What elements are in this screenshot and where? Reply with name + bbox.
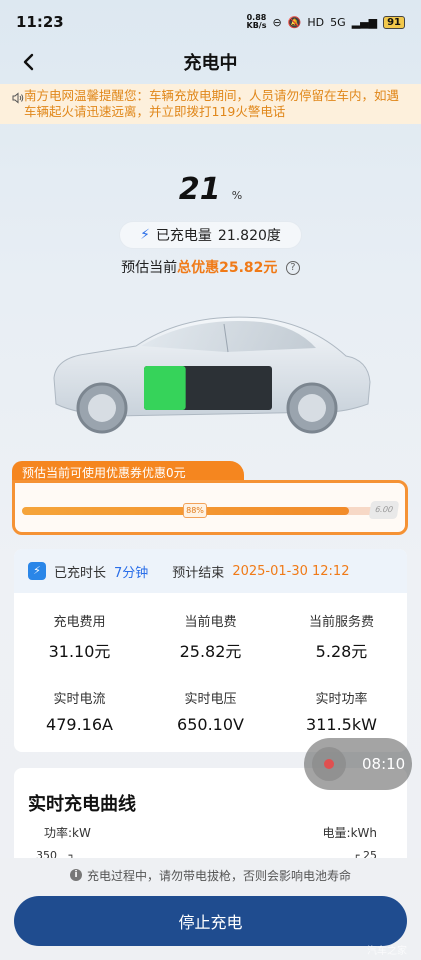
stat-service-fee: 当前服务费 5.28元 [276,611,407,662]
net-speed-unit: KB/s [246,21,267,30]
chevron-left-icon [23,53,34,71]
charge-percent: 21 % [0,172,421,207]
stat-label: 当前服务费 [308,615,374,630]
stat-power: 实时功率 311.5kW [276,688,407,734]
end-value: 2025-01-30 12:12 [232,563,350,579]
charged-label: 已充电量 [155,228,212,244]
net-speed: 0.88 KB/s [247,14,267,30]
stop-charging-button[interactable]: 停止充电 [14,896,407,946]
tip-text: 充电过程中，请勿带电拔枪，否则会影响电池寿命 [86,868,351,883]
stat-value: 31.10元 [48,642,111,661]
stat-label: 实时电流 [53,692,106,707]
discount-estimate: 预估当前总优惠25.82元 ? [0,257,421,277]
safety-notice: 南方电网温馨提醒您：车辆充放电期间，人员请勿停留在车内，如遇车辆起火请迅速远离，… [0,84,421,124]
status-time: 11:23 [16,13,64,31]
stat-value: 5.28元 [315,642,368,661]
stat-label: 充电费用 [53,615,106,630]
curve-title: 实时充电曲线 [28,794,136,815]
help-icon[interactable]: ? [285,261,300,275]
stat-current: 实时电流 479.16A [14,688,145,734]
speaker-icon [12,88,24,120]
notice-text: 南方电网温馨提醒您：车辆充放电期间，人员请勿停留在车内，如遇车辆起火请迅速远离，… [24,88,400,119]
stat-voltage: 实时电压 650.10V [145,688,276,734]
discount-prefix: 预估当前 [121,260,178,276]
stat-label: 实时电压 [184,692,237,707]
discount-highlight: 总优惠25.82元 [177,260,278,276]
link-icon: ⊖ [272,15,282,29]
coupon-target-label: 6.00 [368,501,400,519]
duration-label: 已充时长 [54,565,107,581]
charging-tip: i 充电过程中，请勿带电拔枪，否则会影响电池寿命 [0,858,421,892]
charged-energy-badge: ⚡ 已充电量 21.820度 [120,222,301,248]
stat-charge-fee: 充电费用 31.10元 [14,611,145,662]
curve-right-axis-label: 电量:kWh [322,826,377,840]
curve-axis-labels: 功率:kW 电量:kWh [28,824,393,841]
stat-value: 479.16A [46,715,113,734]
record-icon [312,747,346,781]
stat-label: 实时功率 [315,692,368,707]
stat-value: 311.5kW [306,715,377,734]
mute-icon: 🔕 [287,15,302,29]
charger-icon: ⚡ [28,562,46,580]
stat-value: 25.82元 [179,642,242,661]
floating-timer[interactable]: 08:10 [304,738,412,790]
coupon-progress-label: 88% [183,503,207,518]
stat-electricity-fee: 当前电费 25.82元 [145,611,276,662]
stats-grid: 充电费用 31.10元 当前电费 25.82元 当前服务费 5.28元 实时电流… [14,593,407,734]
curve-left-axis-label: 功率:kW [44,826,91,840]
signal-bars-icon: ▂▄▆ [351,15,378,29]
stat-label: 当前电费 [184,615,237,630]
stat-value: 650.10V [177,715,244,734]
hd-icon: HD [307,15,325,29]
signal-5g-icon: 5G [330,15,346,29]
back-button[interactable] [14,48,42,76]
watermark: 汽车之家 [367,946,407,957]
percent-value: 21 [178,172,221,207]
end-label: 预计结束 [172,565,225,581]
lightning-icon: ⚡ [140,227,150,243]
stats-header: ⚡ 已充时长 7分钟 预计结束 2025-01-30 12:12 [14,549,407,593]
battery-icon: 91 [383,15,405,29]
duration-value: 7分钟 [114,565,149,581]
coupon-progress-track [22,507,394,515]
battery-charge-level [144,366,186,410]
status-bar: 11:23 0.88 KB/s ⊖ 🔕 HD 5G ▂▄▆ 91 [0,0,421,44]
timer-text: 08:10 [362,755,406,773]
page-title: 充电中 [183,53,238,74]
info-icon: i [69,869,82,881]
car-illustration [53,316,371,434]
charging-stats-card: ⚡ 已充时长 7分钟 预计结束 2025-01-30 12:12 充电费用 31… [14,549,407,752]
charged-value: 21.820度 [217,228,281,244]
nav-bar: 充电中 [0,44,421,80]
percent-unit: % [231,189,243,202]
status-icons: 0.88 KB/s ⊖ 🔕 HD 5G ▂▄▆ 91 [247,14,405,30]
